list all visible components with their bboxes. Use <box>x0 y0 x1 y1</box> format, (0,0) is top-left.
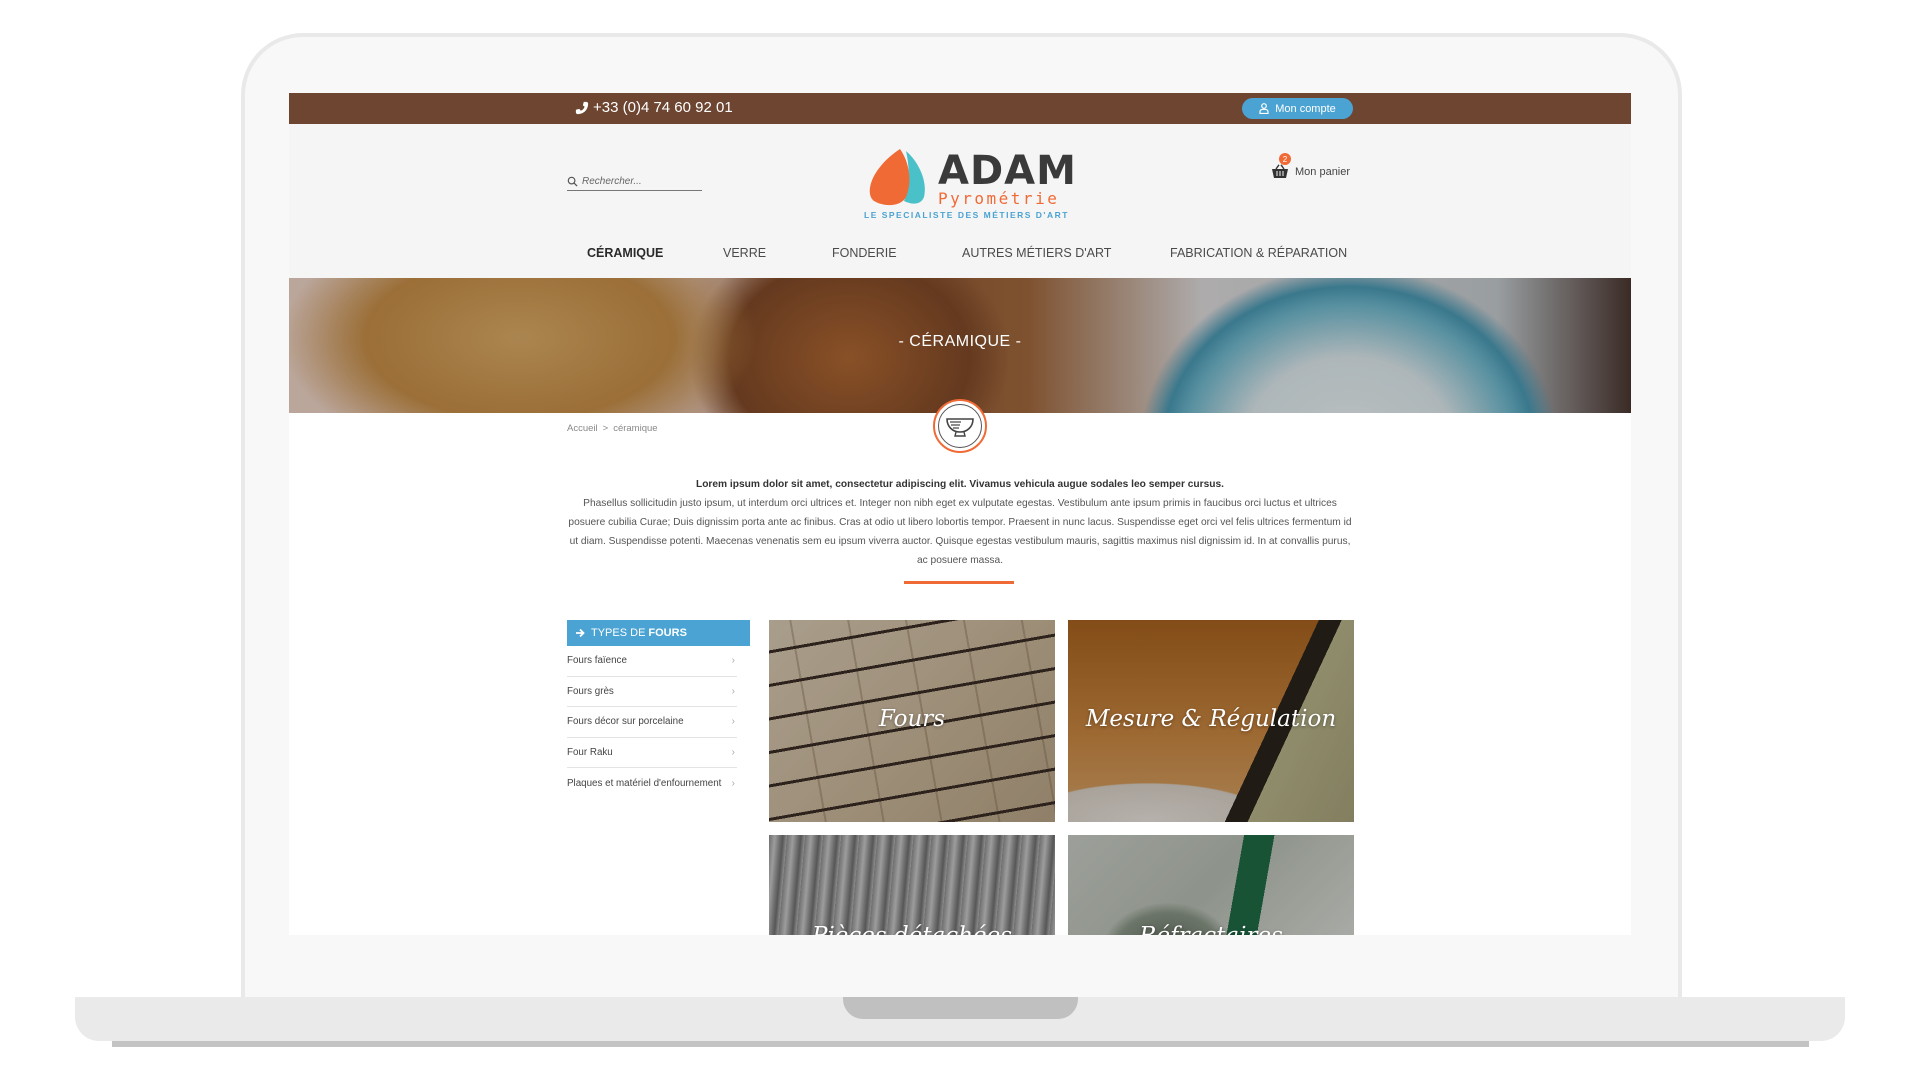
main-nav: CÉRAMIQUE VERRE FONDERIE AUTRES MÉTIERS … <box>289 242 1631 268</box>
sidebar-item-label: Four Raku <box>567 746 613 758</box>
search-icon <box>567 176 578 187</box>
sidebar-heading-prefix: TYPES DE <box>591 627 646 639</box>
nav-item-ceramique[interactable]: CÉRAMIQUE <box>587 246 663 260</box>
sidebar-item-label: Plaques et matériel d'enfournement <box>567 777 722 789</box>
phone-icon <box>575 101 589 114</box>
card-label: Fours <box>878 706 946 732</box>
category-card-pieces-detachees[interactable]: Pièces détachées <box>769 835 1055 935</box>
sidebar-oven-types: TYPES DE FOURS Fours faïence › Fours grè… <box>567 620 750 799</box>
nav-item-verre[interactable]: VERRE <box>723 246 766 260</box>
chevron-right-icon: › <box>731 746 735 758</box>
site-logo[interactable]: ADAM Pyrométrie LE SPECIALISTE DES MÉTIE… <box>864 148 1076 220</box>
sidebar-item-label: Fours faïence <box>567 655 627 667</box>
sidebar-heading: TYPES DE FOURS <box>567 620 750 646</box>
intro-text: Lorem ipsum dolor sit amet, consectetur … <box>567 475 1353 570</box>
chevron-right-icon: › <box>731 685 735 697</box>
search-field[interactable] <box>567 173 702 191</box>
hero-title: - CÉRAMIQUE - <box>898 333 1022 350</box>
logo-title: ADAM <box>938 148 1077 194</box>
sidebar-list: Fours faïence › Fours grès › Fours décor… <box>567 646 737 799</box>
phone-text: +33 (0)4 74 60 92 01 <box>593 99 733 116</box>
breadcrumb-separator: > <box>602 423 609 434</box>
arrow-right-icon <box>576 628 585 638</box>
category-card-mesure-regulation[interactable]: Mesure & Régulation <box>1068 620 1354 822</box>
cart-count-badge: 2 <box>1279 153 1291 165</box>
search-input[interactable] <box>582 176 692 187</box>
card-label: Réfractaires <box>1068 923 1354 935</box>
sidebar-item-fours-decor-porcelaine[interactable]: Fours décor sur porcelaine › <box>567 707 737 738</box>
logo-subtitle: Pyrométrie <box>938 189 1060 208</box>
chevron-right-icon: › <box>731 655 735 667</box>
category-badge <box>933 399 987 453</box>
laptop-foot <box>112 1041 1809 1047</box>
chevron-right-icon: › <box>731 777 735 789</box>
sidebar-item-four-raku[interactable]: Four Raku › <box>567 738 737 768</box>
card-label: Mesure & Régulation <box>1085 706 1337 732</box>
sidebar-item-plaques-enfournement[interactable]: Plaques et matériel d'enfournement › <box>567 768 737 799</box>
nav-item-fonderie[interactable]: FONDERIE <box>832 246 897 260</box>
sidebar-item-label: Fours décor sur porcelaine <box>567 716 684 728</box>
sidebar-item-fours-faience[interactable]: Fours faïence › <box>567 646 737 677</box>
nav-item-autres-metiers[interactable]: AUTRES MÉTIERS D'ART <box>962 246 1111 260</box>
sidebar-heading-bold: FOURS <box>648 627 687 639</box>
card-label: Pièces détachées <box>769 923 1055 935</box>
breadcrumb-current: céramique <box>613 423 658 434</box>
basket-icon <box>1272 164 1288 178</box>
breadcrumb: Accueil > céramique <box>567 423 658 434</box>
site-header: ADAM Pyrométrie LE SPECIALISTE DES MÉTIE… <box>289 124 1631 278</box>
bowl-icon <box>946 418 974 437</box>
intro-lead: Lorem ipsum dolor sit amet, consectetur … <box>695 479 1225 490</box>
breadcrumb-home-link[interactable]: Accueil <box>567 423 598 434</box>
top-bar: +33 (0)4 74 60 92 01 Mon compte <box>289 93 1631 124</box>
intro-divider <box>904 581 1014 584</box>
phone-number[interactable]: +33 (0)4 74 60 92 01 <box>575 99 733 116</box>
user-icon <box>1259 103 1269 114</box>
website-screen: +33 (0)4 74 60 92 01 Mon compte ADAM P <box>289 93 1631 935</box>
cart-button[interactable]: 2 Mon panier <box>1271 153 1351 180</box>
my-account-label: Mon compte <box>1275 102 1336 115</box>
logo-flame-icon <box>869 149 925 206</box>
hero-banner: - CÉRAMIQUE - <box>289 278 1631 413</box>
laptop-notch <box>843 997 1078 1019</box>
category-card-fours[interactable]: Fours <box>769 620 1055 822</box>
my-account-button[interactable]: Mon compte <box>1242 98 1353 119</box>
chevron-right-icon: › <box>731 716 735 728</box>
category-card-refractaires[interactable]: Réfractaires <box>1068 835 1354 935</box>
intro-body: Phasellus sollicitudin justo ipsum, ut i… <box>568 498 1352 566</box>
cart-label: Mon panier <box>1295 166 1351 178</box>
nav-item-fabrication-reparation[interactable]: FABRICATION & RÉPARATION <box>1170 246 1347 260</box>
sidebar-item-fours-gres[interactable]: Fours grès › <box>567 677 737 707</box>
logo-tagline: LE SPECIALISTE DES MÉTIERS D'ART <box>864 210 1069 220</box>
sidebar-item-label: Fours grès <box>567 685 614 697</box>
